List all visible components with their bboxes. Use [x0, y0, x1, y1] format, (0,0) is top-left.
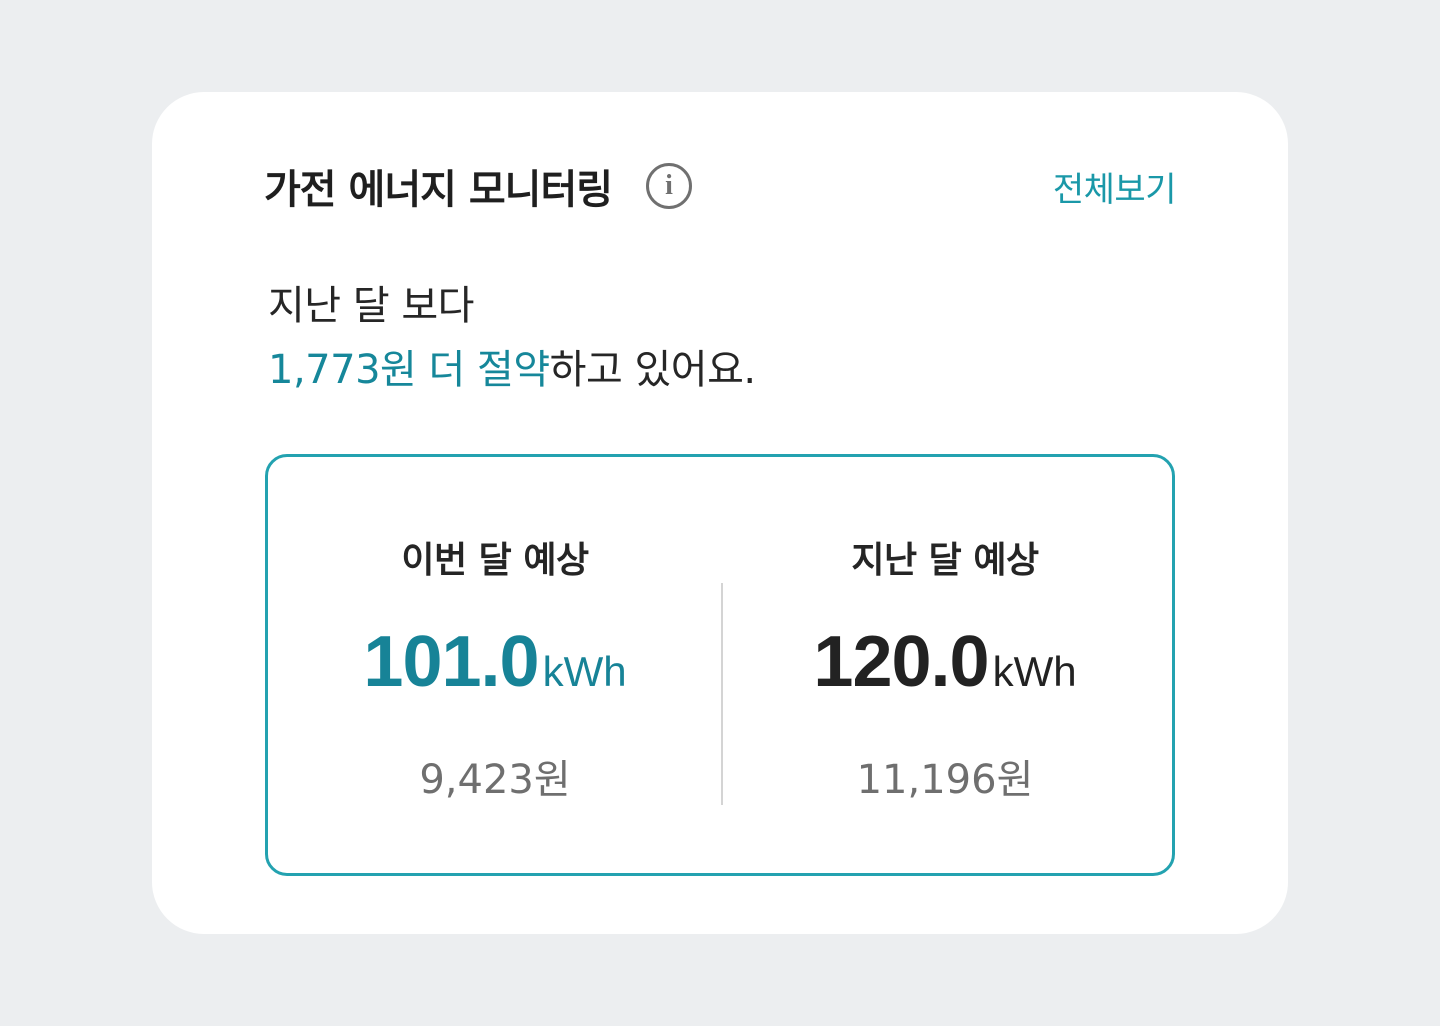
usage-comparison-box: 이번 달 예상 101.0kWh 9,423원 지난 달 예상 120.0kWh… — [265, 454, 1175, 876]
this-month-label: 이번 달 예상 — [401, 540, 589, 581]
this-month-forecast: 이번 달 예상 101.0kWh 9,423원 — [268, 457, 722, 873]
info-icon[interactable]: i — [646, 163, 693, 209]
this-month-unit: kWh — [542, 648, 627, 695]
last-month-cost: 11,196원 — [856, 757, 1034, 803]
last-month-forecast: 지난 달 예상 120.0kWh 11,196원 — [718, 457, 1172, 873]
last-month-label: 지난 달 예상 — [851, 540, 1039, 581]
savings-summary: 지난 달 보다 1,773원 더 절약하고 있어요. — [268, 274, 1168, 402]
last-month-usage: 120.0kWh — [718, 621, 1172, 703]
this-month-cost: 9,423원 — [419, 757, 571, 803]
last-month-kwh-value: 120.0 — [813, 622, 989, 702]
summary-line-2-rest: 하고 있어요. — [549, 347, 756, 393]
savings-amount: 1,773원 더 절약 — [268, 347, 550, 393]
summary-line-1: 지난 달 보다 — [268, 283, 474, 329]
this-month-kwh-value: 101.0 — [363, 622, 539, 702]
card-title: 가전 에너지 모니터링 — [264, 167, 613, 213]
energy-monitoring-card: 가전 에너지 모니터링 i 전체보기 지난 달 보다 1,773원 더 절약하고… — [152, 92, 1288, 934]
last-month-unit: kWh — [992, 648, 1077, 695]
view-all-link[interactable]: 전체보기 — [1053, 162, 1177, 211]
summary-line-2: 1,773원 더 절약하고 있어요. — [268, 338, 1168, 402]
card-header: 가전 에너지 모니터링 i 전체보기 — [264, 154, 1177, 218]
this-month-usage: 101.0kWh — [268, 621, 722, 703]
